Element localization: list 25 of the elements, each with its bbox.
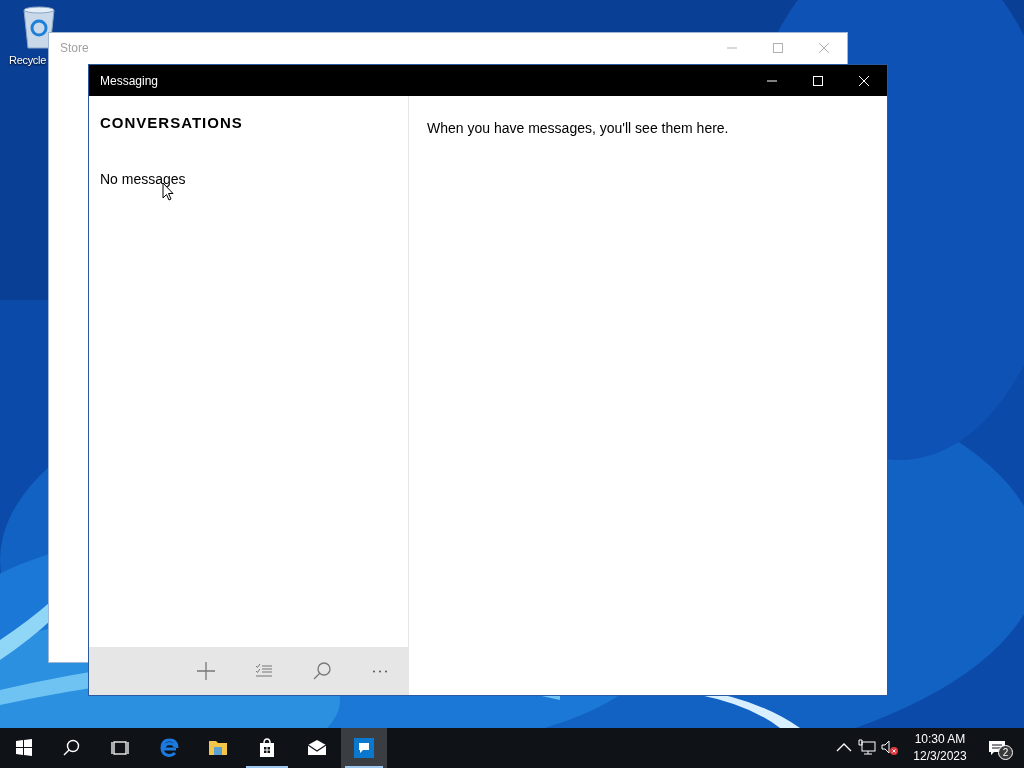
start-icon [14,738,34,758]
window-title: Store [60,40,90,57]
icon-label: Recycle [9,53,47,68]
add-icon [196,661,216,681]
window-title: Messaging [100,72,160,90]
shopping-bag-icon [257,738,277,758]
envelope-icon [306,738,327,758]
close-icon [819,43,829,53]
messaging-taskbar-button[interactable] [341,728,387,768]
messaging-icon [354,738,374,758]
section-heading: CONVERSATIONS [100,113,244,133]
folder-icon [208,738,228,758]
search-icon [62,738,82,758]
task-view-icon [110,738,130,758]
maximize-icon [773,43,783,53]
edge-icon [159,738,179,758]
empty-message: No messages [100,169,187,189]
empty-message: When you have messages, you'll see them here. [427,120,729,136]
maximize-icon [813,75,823,86]
more-icon [373,669,387,673]
close-icon [859,75,869,86]
search-icon [312,661,332,681]
notification-badge: 2 [998,745,1013,760]
clock-button[interactable]: 10:30 AM 12/3/2023 [902,728,978,768]
action-center-button[interactable]: 2 [978,728,1016,768]
